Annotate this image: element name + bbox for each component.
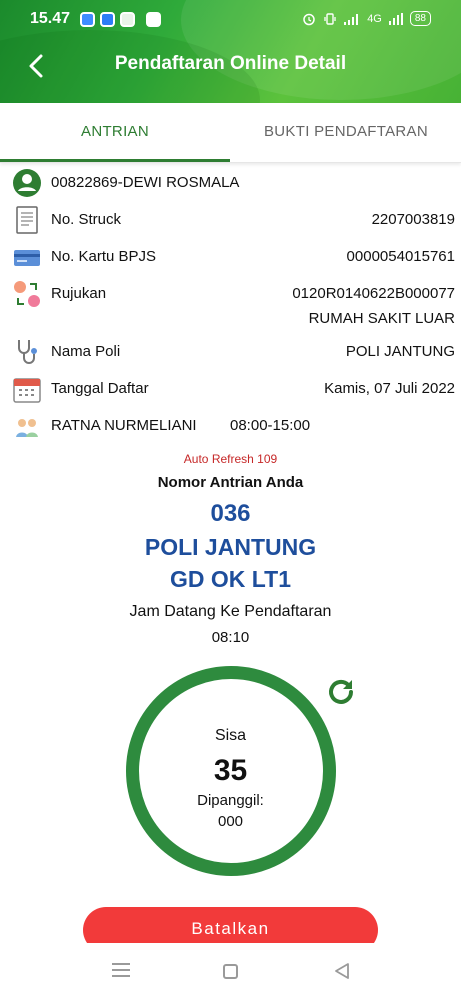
status-bar: 15.47 4G 88 (0, 0, 461, 40)
more-notifications-icon (146, 12, 161, 27)
tab-bar: ANTRIAN BUKTI PENDAFTARAN (0, 103, 461, 163)
tab-antrian[interactable]: ANTRIAN (0, 103, 230, 163)
doctor-row: RATNA NURMELIANI 08:00-15:00 (12, 411, 455, 443)
poli-value: POLI JANTUNG (345, 343, 455, 360)
notification-icons (80, 12, 161, 27)
bpjs-label: No. Kartu BPJS (51, 248, 157, 265)
receipt-icon (16, 206, 38, 234)
user-icon (13, 169, 41, 197)
status-time: 15.47 (30, 10, 71, 27)
app-notification-icon (80, 12, 95, 27)
doctor-hours: 08:00-15:00 (230, 417, 311, 434)
remaining-count: 35 (213, 754, 248, 787)
arrival-time-value: 08:10 (211, 629, 250, 646)
home-icon[interactable] (223, 964, 238, 979)
page-title: Pendaftaran Online Detail (114, 53, 347, 74)
tanggal-label: Tanggal Daftar (51, 380, 149, 397)
patient-name: 00822869-DEWI ROSMALA (51, 174, 240, 191)
card-icon (14, 250, 40, 266)
rujukan-source: RUMAH SAKIT LUAR (308, 310, 455, 327)
arrival-time-label: Jam Datang Ke Pendaftaran (129, 603, 332, 620)
app-header: 15.47 4G 88 Pendaftaran Online Detail (0, 0, 461, 103)
refresh-icon[interactable] (325, 676, 357, 708)
app-bar: Pendaftaran Online Detail (0, 45, 461, 87)
queue-poli: POLI JANTUNG (144, 534, 317, 560)
remaining-label: Sisa (214, 727, 247, 744)
stethoscope-icon (18, 340, 37, 364)
rujukan-row: Rujukan 0120R0140622B000077 RUMAH SAKIT … (12, 279, 455, 331)
doctor-icon (16, 419, 38, 437)
bpjs-value: 0000054015761 (346, 248, 455, 265)
status-right: 4G 88 (302, 11, 431, 26)
poli-label: Nama Poli (51, 343, 121, 360)
calendar-icon (13, 378, 41, 403)
called-value: 000 (217, 813, 244, 830)
signal-icon (344, 13, 359, 25)
poli-row: Nama Poli POLI JANTUNG (12, 337, 455, 369)
alarm-icon (303, 13, 315, 25)
network-type: 4G (367, 12, 382, 25)
battery-indicator: 88 (409, 11, 431, 26)
struck-label: No. Struck (51, 211, 122, 228)
recent-apps-icon[interactable] (112, 963, 130, 979)
patient-row: 00822869-DEWI ROSMALA (12, 168, 455, 200)
tanggal-row: Tanggal Daftar Kamis, 07 Juli 2022 (12, 374, 455, 406)
struck-row: No. Struck 2207003819 (12, 205, 455, 237)
bpjs-row: No. Kartu BPJS 0000054015761 (12, 242, 455, 274)
tab-indicator (0, 159, 230, 162)
app-notification-icon-2 (100, 12, 115, 27)
doctor-name: RATNA NURMELIANI (51, 417, 197, 434)
tanggal-value: Kamis, 07 Juli 2022 (324, 380, 455, 397)
struck-value: 2207003819 (371, 211, 455, 228)
auto-refresh-text: Auto Refresh 109 (183, 452, 278, 466)
referral-icon (14, 281, 40, 307)
rujukan-label: Rujukan (51, 285, 107, 302)
queue-number: 036 (210, 500, 251, 527)
rujukan-value: 0120R0140622B000077 (292, 285, 455, 302)
system-nav-bar (0, 943, 461, 1000)
vibrate-icon (324, 12, 336, 25)
tab-bukti-pendaftaran[interactable]: BUKTI PENDAFTARAN (231, 103, 461, 163)
called-label: Dipanggil: (197, 792, 264, 809)
signal-icon-2 (388, 12, 403, 25)
nav-back-icon[interactable] (332, 961, 352, 981)
app-notification-icon-3 (120, 12, 135, 27)
queue-label: Nomor Antrian Anda (157, 474, 304, 491)
queue-location: GD OK LT1 (170, 566, 291, 592)
